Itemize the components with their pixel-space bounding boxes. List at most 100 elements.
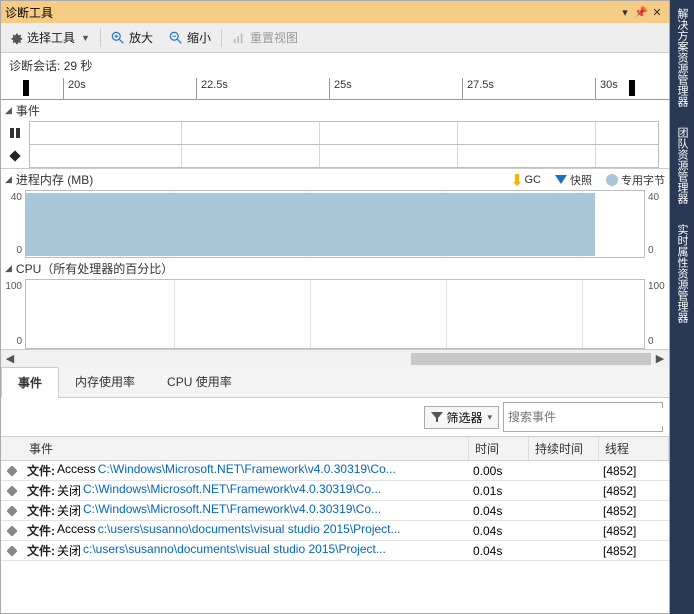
event-path-link[interactable]: C:\Windows\Microsoft.NET\Framework\v4.0.… [98, 462, 396, 479]
reset-view-icon [232, 31, 246, 45]
toolbar-separator [100, 29, 101, 47]
legend-snapshot: 快照 [555, 172, 592, 188]
time-cell: 0.00s [469, 461, 529, 481]
event-action: Access [57, 462, 96, 479]
filter-button[interactable]: 筛选器 ▾ [424, 406, 499, 429]
event-type-icon [1, 526, 23, 536]
duration-cell [529, 528, 599, 534]
event-path-link[interactable]: c:\users\susanno\documents\visual studio… [83, 542, 386, 559]
thread-cell: [4852] [599, 501, 669, 521]
event-type-icon [1, 466, 23, 476]
filter-label: 筛选器 [446, 409, 482, 426]
event-prefix: 文件: [27, 522, 55, 539]
event-action: Access [57, 522, 96, 539]
toolbar-separator [221, 29, 222, 47]
thread-cell: [4852] [599, 521, 669, 541]
chevron-down-icon: ▼ [81, 33, 90, 43]
time-cell: 0.04s [469, 541, 529, 561]
time-cell: 0.01s [469, 481, 529, 501]
pause-icon[interactable] [9, 127, 21, 139]
toolbar: 选择工具 ▼ 放大 缩小 重置视图 [1, 23, 669, 53]
zoom-out-label: 缩小 [187, 29, 211, 46]
zoom-in-button[interactable]: 放大 [103, 23, 161, 52]
side-tab-solution-explorer[interactable]: 解决方案资源管理器 [670, 0, 694, 115]
zoom-out-icon [169, 31, 183, 45]
zoom-in-label: 放大 [129, 29, 153, 46]
timeline-scrollbar[interactable]: ◀ ▶ [1, 349, 669, 367]
pin-icon[interactable]: 📌 [633, 6, 649, 19]
table-row[interactable]: 文件:关闭 c:\users\susanno\documents\visual … [1, 541, 669, 561]
close-icon[interactable]: ✕ [649, 6, 665, 19]
memory-chart-area[interactable] [25, 190, 645, 258]
event-type-icon [1, 486, 23, 496]
cpu-section-header[interactable]: ◢ CPU（所有处理器的百分比） [1, 258, 669, 279]
chevron-down-icon: ▾ [487, 412, 492, 423]
search-box[interactable]: 🔍▾ [503, 402, 663, 432]
column-duration[interactable]: 持续时间 [529, 437, 599, 460]
events-track [1, 121, 669, 169]
tab-memory-usage[interactable]: 内存使用率 [59, 367, 151, 397]
cpu-chart-area[interactable] [25, 279, 645, 349]
select-tool-label: 选择工具 [27, 29, 75, 46]
event-prefix: 文件: [27, 502, 55, 519]
table-row[interactable]: 文件:Access c:\users\susanno\documents\vis… [1, 521, 669, 541]
select-tool-button[interactable]: 选择工具 ▼ [1, 23, 98, 52]
ruler-tick: 27.5s [462, 78, 494, 99]
event-type-icon [1, 546, 23, 556]
events-lane[interactable] [29, 121, 659, 144]
legend-private-bytes: 专用字节 [606, 172, 665, 188]
diamond-icon[interactable] [9, 150, 21, 162]
table-row[interactable]: 文件:关闭 C:\Windows\Microsoft.NET\Framework… [1, 481, 669, 501]
side-tab-team-explorer[interactable]: 团队资源管理器 [670, 119, 694, 212]
events-section-header[interactable]: ◢ 事件 [1, 100, 669, 121]
scrollbar-thumb[interactable] [411, 353, 651, 365]
event-path-link[interactable]: C:\Windows\Microsoft.NET\Framework\v4.0.… [83, 502, 381, 519]
legend-gc: GC [512, 174, 542, 186]
timeline-ruler[interactable]: 20s 22.5s 25s 27.5s 30s [1, 78, 669, 100]
time-cell: 0.04s [469, 501, 529, 521]
event-prefix: 文件: [27, 542, 55, 559]
events-lane[interactable] [29, 144, 659, 168]
ruler-start-marker[interactable] [23, 80, 29, 96]
events-grid-body[interactable]: 文件:Access C:\Windows\Microsoft.NET\Frame… [1, 461, 669, 613]
memory-axis-left: 40 0 [1, 190, 25, 258]
ruler-tick: 22.5s [196, 78, 228, 99]
memory-section-label: 进程内存 (MB) [16, 171, 93, 188]
memory-axis-right: 40 0 [645, 190, 669, 258]
column-time[interactable]: 时间 [469, 437, 529, 460]
scroll-left-icon[interactable]: ◀ [1, 352, 19, 365]
scrollbar-track[interactable] [19, 353, 651, 365]
filter-icon [431, 411, 443, 423]
zoom-out-button[interactable]: 缩小 [161, 23, 219, 52]
side-tabs: 解决方案资源管理器 团队资源管理器 实时属性资源管理器 [670, 0, 694, 614]
tab-cpu-usage[interactable]: CPU 使用率 [151, 367, 248, 397]
session-label: 诊断会话: [9, 59, 60, 73]
event-path-link[interactable]: c:\users\susanno\documents\visual studio… [98, 522, 401, 539]
collapse-icon: ◢ [5, 174, 12, 185]
events-section-label: 事件 [16, 102, 40, 119]
event-action: 关闭 [57, 542, 81, 559]
duration-cell [529, 548, 599, 554]
cpu-axis-right: 100 0 [645, 279, 669, 349]
scroll-right-icon[interactable]: ▶ [651, 352, 669, 365]
window-menu-icon[interactable]: ▾ [617, 6, 633, 19]
reset-view-button[interactable]: 重置视图 [224, 23, 306, 52]
window-title: 诊断工具 [5, 4, 617, 21]
table-row[interactable]: 文件:关闭 C:\Windows\Microsoft.NET\Framework… [1, 501, 669, 521]
search-input[interactable] [504, 408, 667, 426]
duration-cell [529, 508, 599, 514]
tab-events[interactable]: 事件 [1, 367, 59, 398]
ruler-tick: 30s [595, 78, 618, 99]
cpu-chart: 100 0 100 0 [1, 279, 669, 349]
collapse-icon: ◢ [5, 263, 12, 274]
column-thread[interactable]: 线程 [599, 437, 669, 460]
reset-view-label: 重置视图 [250, 29, 298, 46]
ruler-end-marker[interactable] [629, 80, 635, 96]
filter-row: 筛选器 ▾ 🔍▾ [1, 398, 669, 437]
event-path-link[interactable]: C:\Windows\Microsoft.NET\Framework\v4.0.… [83, 482, 381, 499]
side-tab-live-property-explorer[interactable]: 实时属性资源管理器 [670, 216, 694, 331]
table-row[interactable]: 文件:Access C:\Windows\Microsoft.NET\Frame… [1, 461, 669, 481]
thread-cell: [4852] [599, 541, 669, 561]
memory-section-header[interactable]: ◢ 进程内存 (MB) GC 快照 专用字节 [1, 169, 669, 190]
column-event[interactable]: 事件 [23, 437, 469, 460]
